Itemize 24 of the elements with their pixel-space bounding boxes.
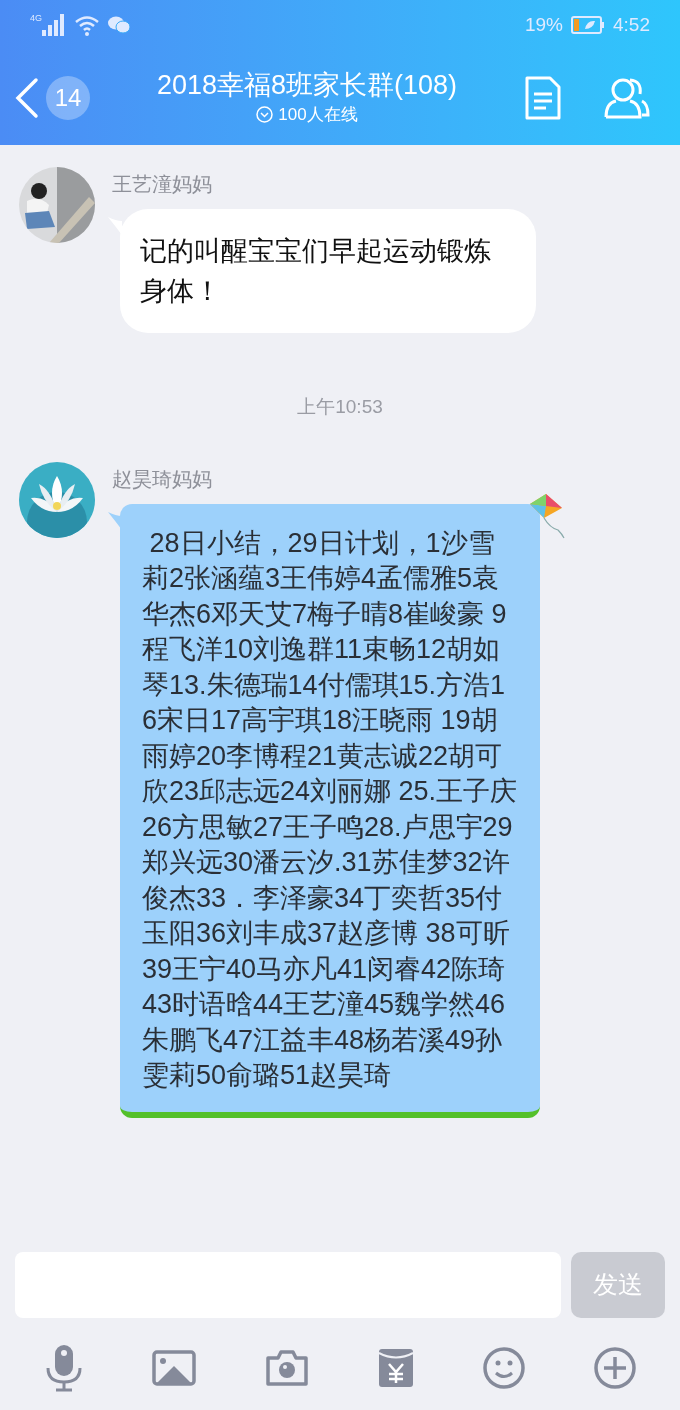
group-members-icon[interactable]	[604, 76, 650, 119]
sender-name: 赵昊琦妈妈	[112, 466, 213, 492]
message-text: 记的叫醒宝宝们早起运动锻炼身体！	[140, 236, 491, 306]
battery-percent: 19%	[525, 12, 563, 37]
message-text: 28日小结，29日计划，1沙雪莉2张涵蕴3王伟婷4孟儒雅5袁华杰6邓天艾7梅子晴8崔峻豪 9 程飞洋10刘逸群11束畅12胡如琴13.朱德瑞14付儒琪15.方浩16宋日17高宇琪18汪晓雨 19胡雨婷20李博程21黄志诚22胡可欣23邱志远24刘丽娜 25.王子庆26方思敏27王子鸣28.卢思宇29郑兴远30潘云汐.31苏佳梦32许俊杰33．李泽豪34丁奕哲35付玉阳36刘丰成37赵彦博 38可昕39王宁40马亦凡41闵睿42陈琦43时语晗44王艺潼45魏学然46朱鹏飞47江益丰48杨若溪49孙雯莉50俞璐51赵昊琦	[142, 527, 518, 1090]
emoji-icon[interactable]	[482, 1346, 525, 1389]
online-count: 100人在线	[278, 103, 358, 126]
camera-icon[interactable]	[264, 1349, 309, 1386]
microphone-icon[interactable]	[44, 1343, 83, 1392]
network-label: 4G	[30, 13, 42, 23]
sender-name: 王艺潼妈妈	[112, 172, 213, 197]
unread-count-badge: 14	[46, 75, 90, 120]
add-icon[interactable]	[593, 1346, 636, 1389]
wifi-icon	[74, 14, 100, 36]
chevron-down-icon[interactable]	[256, 106, 274, 123]
chat-app-icon	[108, 16, 130, 34]
back-icon[interactable]	[14, 76, 40, 119]
group-title: 2018幸福8班家长群(108)	[156, 68, 458, 102]
timestamp: 上午10:53	[297, 395, 383, 419]
clock: 4:52	[613, 12, 650, 37]
document-icon[interactable]	[524, 75, 562, 120]
image-icon[interactable]	[151, 1349, 196, 1386]
money-envelope-icon[interactable]	[377, 1347, 414, 1388]
battery-icon	[571, 16, 605, 34]
